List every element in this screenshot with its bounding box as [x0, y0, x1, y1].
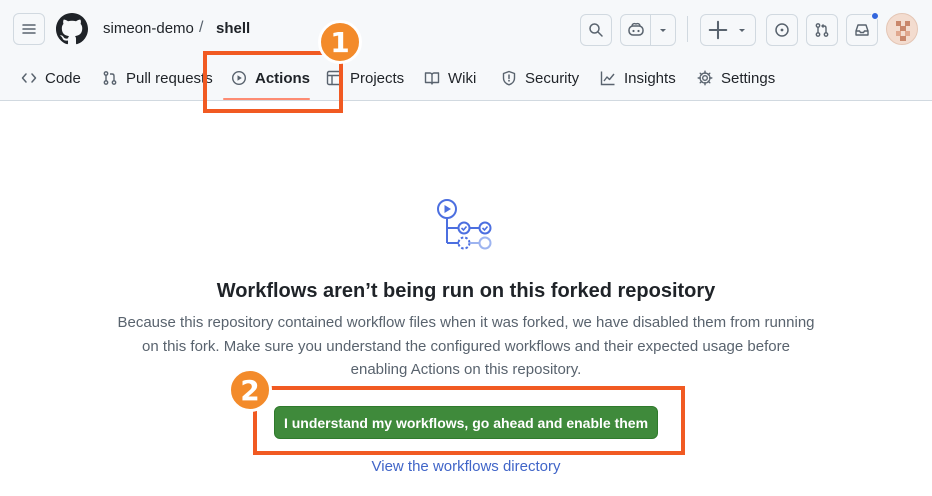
github-logo-icon[interactable] — [56, 13, 88, 45]
git-pull-request-icon — [103, 71, 117, 85]
tab-wiki[interactable]: Wiki — [424, 60, 476, 96]
annotation-box-actions — [203, 51, 343, 113]
graph-icon — [600, 71, 615, 86]
annotation-badge-2: 2 — [228, 368, 272, 412]
book-icon — [424, 72, 440, 85]
tab-label: Pull requests — [126, 69, 213, 87]
annotation-badge-1: 1 — [318, 20, 362, 64]
tab-code[interactable]: Code — [21, 60, 81, 96]
repo-header: simeon-demo / shell Code Pull requests A… — [0, 0, 932, 101]
git-pull-request-icon — [815, 23, 829, 37]
view-workflows-link-text[interactable]: View the workflows directory — [372, 458, 561, 475]
notification-dot — [871, 12, 879, 20]
tab-label: Projects — [350, 69, 405, 87]
issue-opened-icon — [775, 23, 789, 37]
tab-label: Wiki — [448, 69, 477, 87]
hamburger-icon — [22, 24, 36, 34]
tab-insights[interactable]: Insights — [600, 60, 676, 96]
tab-label: Code — [45, 69, 81, 87]
workflow-icon — [437, 199, 492, 250]
caret-down-icon — [660, 29, 667, 32]
blankslate-title: Workflows aren’t being run on this forke… — [216, 280, 716, 302]
repo-tabs: Code Pull requests Actions Projects Wiki… — [0, 60, 932, 100]
tab-label: Insights — [624, 69, 676, 87]
tab-settings[interactable]: Settings — [697, 60, 775, 96]
tab-label: Settings — [721, 69, 776, 87]
create-new-button[interactable] — [700, 14, 756, 46]
top-bar: simeon-demo / shell — [0, 0, 932, 56]
tab-pull-requests[interactable]: Pull requests — [102, 60, 213, 96]
copilot-icon — [627, 22, 644, 36]
view-workflows-link: View the workflows directory — [0, 458, 932, 475]
code-icon — [21, 73, 37, 83]
inbox-icon — [855, 24, 869, 36]
copilot-button[interactable] — [620, 14, 676, 46]
caret-down-icon — [739, 29, 745, 32]
breadcrumb-separator: / — [199, 19, 204, 36]
toolbar-divider — [687, 16, 688, 42]
copilot-dropdown[interactable] — [651, 15, 675, 45]
pull-requests-button[interactable] — [806, 14, 838, 46]
gear-icon — [697, 70, 713, 86]
menu-button[interactable] — [13, 13, 45, 45]
enable-workflows-button[interactable]: I understand my workflows, go ahead and … — [274, 406, 658, 439]
tab-label: Security — [525, 69, 580, 87]
plus-icon — [708, 20, 728, 40]
identicon-icon — [896, 21, 910, 41]
copilot-main[interactable] — [621, 15, 650, 45]
issues-button[interactable] — [766, 14, 798, 46]
tab-security[interactable]: Security — [501, 60, 579, 96]
search-button[interactable] — [580, 14, 612, 46]
search-icon — [589, 23, 603, 37]
breadcrumb-owner[interactable]: simeon-demo — [103, 20, 194, 37]
breadcrumb-repo[interactable]: shell — [216, 20, 250, 37]
shield-icon — [502, 70, 516, 86]
avatar[interactable] — [886, 13, 918, 45]
blankslate-description: Because this repository contained workfl… — [117, 314, 815, 378]
